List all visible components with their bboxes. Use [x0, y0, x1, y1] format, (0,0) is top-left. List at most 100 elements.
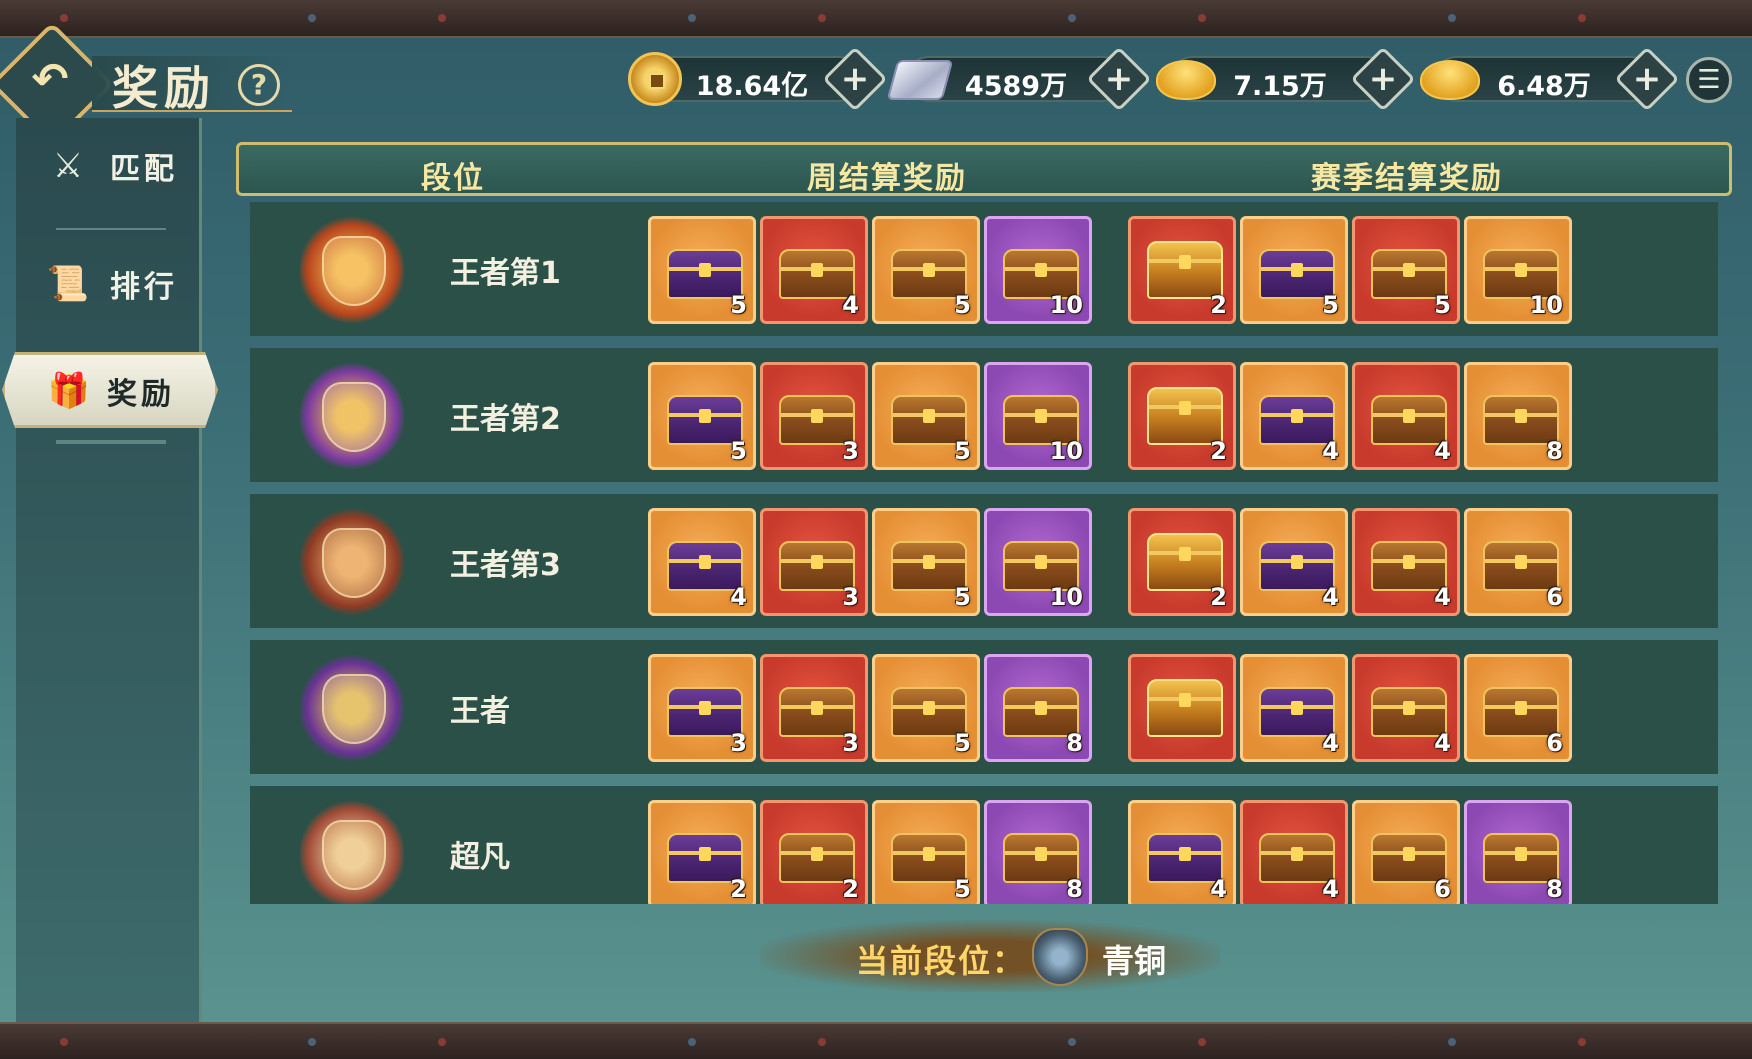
reward-item[interactable]: 4	[1240, 362, 1348, 470]
reward-count: 4	[1322, 729, 1339, 757]
rank-name: 王者第1	[450, 256, 561, 291]
reward-count: 8	[1546, 437, 1563, 465]
bottom-frame-rail	[0, 1022, 1752, 1059]
help-button[interactable]: ?	[238, 64, 280, 106]
reward-count: 10	[1049, 437, 1083, 465]
rank-name: 王者第2	[450, 402, 561, 437]
rank-emblem-icon	[300, 508, 404, 616]
sidebar-item-match[interactable]: ⚔ 匹配	[16, 118, 202, 210]
reward-item[interactable]: 8	[1464, 800, 1572, 904]
rivet	[1448, 14, 1456, 22]
reward-item[interactable]: 10	[1464, 216, 1572, 324]
add-copper-button[interactable]: +	[822, 46, 888, 112]
list-menu-icon: ☰	[1697, 65, 1721, 95]
reward-item[interactable]: 3	[648, 654, 756, 762]
reward-item[interactable]: 4	[1240, 654, 1348, 762]
sidebar-divider	[56, 228, 166, 230]
reward-count: 5	[954, 437, 971, 465]
reward-item[interactable]: 4	[760, 216, 868, 324]
reward-item[interactable]: 3	[760, 508, 868, 616]
reward-item[interactable]: 10	[984, 362, 1092, 470]
reward-item[interactable]: 4	[1240, 508, 1348, 616]
rivet	[1578, 1038, 1586, 1046]
header-weekly-reward: 周结算奖励	[807, 161, 967, 196]
rivet	[688, 1038, 696, 1046]
reward-item[interactable]: 5	[872, 216, 980, 324]
add-silver-button[interactable]: +	[1086, 46, 1152, 112]
current-rank-banner: 当前段位： 青铜	[760, 920, 1220, 992]
reward-item[interactable]: 10	[984, 508, 1092, 616]
reward-item[interactable]: 2	[648, 800, 756, 904]
header-rank: 段位	[421, 161, 485, 196]
reward-item[interactable]: 4	[1352, 508, 1460, 616]
reward-item[interactable]	[1128, 654, 1236, 762]
rivet	[1198, 1038, 1206, 1046]
reward-item[interactable]: 4	[648, 508, 756, 616]
page-title: 奖励	[112, 61, 216, 115]
reward-item[interactable]: 6	[1464, 508, 1572, 616]
reward-item[interactable]: 6	[1464, 654, 1572, 762]
table-row: 王者第2 5 3 5 10 2 4 4 8	[250, 348, 1718, 482]
reward-count: 6	[1434, 875, 1451, 903]
reward-item[interactable]: 2	[760, 800, 868, 904]
sidebar-item-ranking[interactable]: 📜 排行	[16, 236, 202, 328]
reward-item[interactable]: 5	[648, 216, 756, 324]
rank-name: 超凡	[450, 840, 510, 875]
rivet	[688, 14, 696, 22]
reward-count: 5	[730, 291, 747, 319]
currency-value: 4589万	[964, 71, 1068, 102]
reward-item[interactable]: 4	[1128, 800, 1236, 904]
rivet	[1198, 14, 1206, 22]
reward-item[interactable]: 6	[1352, 800, 1460, 904]
rivet	[1448, 1038, 1456, 1046]
reward-item[interactable]: 10	[984, 216, 1092, 324]
reward-item[interactable]: 8	[984, 800, 1092, 904]
reward-item[interactable]: 2	[1128, 508, 1236, 616]
reward-count: 2	[730, 875, 747, 903]
rivet	[438, 14, 446, 22]
locked-gold-ingot-icon	[1156, 60, 1216, 100]
reward-item[interactable]: 2	[1128, 362, 1236, 470]
reward-count: 5	[954, 729, 971, 757]
currency-silver: 4589万 +	[886, 46, 1152, 112]
reward-count: 5	[730, 437, 747, 465]
reward-count: 2	[1210, 291, 1227, 319]
reward-item[interactable]: 5	[648, 362, 756, 470]
reward-item[interactable]: 5	[872, 362, 980, 470]
silver-ingot-icon	[886, 60, 954, 100]
reward-count: 5	[954, 583, 971, 611]
reward-item[interactable]: 5	[872, 654, 980, 762]
rivet	[308, 1038, 316, 1046]
list-menu-button[interactable]: ☰	[1686, 57, 1732, 103]
reward-count: 8	[1066, 729, 1083, 757]
rank-emblem-icon	[300, 216, 404, 324]
plus-icon: +	[1104, 59, 1134, 99]
sidebar-item-rewards[interactable]: 🎁 奖励	[2, 352, 218, 428]
current-rank-label: 当前段位：	[856, 942, 1027, 980]
add-gold-button[interactable]: +	[1614, 46, 1680, 112]
reward-count: 4	[1434, 729, 1451, 757]
reward-table-body[interactable]: 王者第1 5 4 5 10 2 5 5 10 王者第2 5 3 5 10 2 4…	[250, 202, 1718, 904]
reward-item[interactable]: 4	[1352, 654, 1460, 762]
reward-item[interactable]: 4	[1240, 800, 1348, 904]
reward-item[interactable]: 2	[1128, 216, 1236, 324]
reward-item[interactable]: 5	[1352, 216, 1460, 324]
plus-icon: +	[1368, 59, 1398, 99]
reward-item[interactable]: 5	[872, 508, 980, 616]
top-frame-rail	[0, 0, 1752, 38]
reward-item[interactable]: 4	[1352, 362, 1460, 470]
rivet	[818, 14, 826, 22]
reward-item[interactable]: 3	[760, 654, 868, 762]
reward-item[interactable]: 8	[1464, 362, 1572, 470]
back-arrow-icon[interactable]: ↶	[26, 56, 74, 104]
reward-item[interactable]: 5	[872, 800, 980, 904]
rank-emblem-icon	[300, 800, 404, 904]
add-locked-gold-button[interactable]: +	[1350, 46, 1416, 112]
reward-item[interactable]: 8	[984, 654, 1092, 762]
current-rank-value: 青铜	[1102, 942, 1167, 980]
reward-item[interactable]: 5	[1240, 216, 1348, 324]
reward-count: 3	[842, 437, 859, 465]
reward-count: 2	[1210, 437, 1227, 465]
rank-name: 王者第3	[450, 548, 561, 583]
reward-item[interactable]: 3	[760, 362, 868, 470]
